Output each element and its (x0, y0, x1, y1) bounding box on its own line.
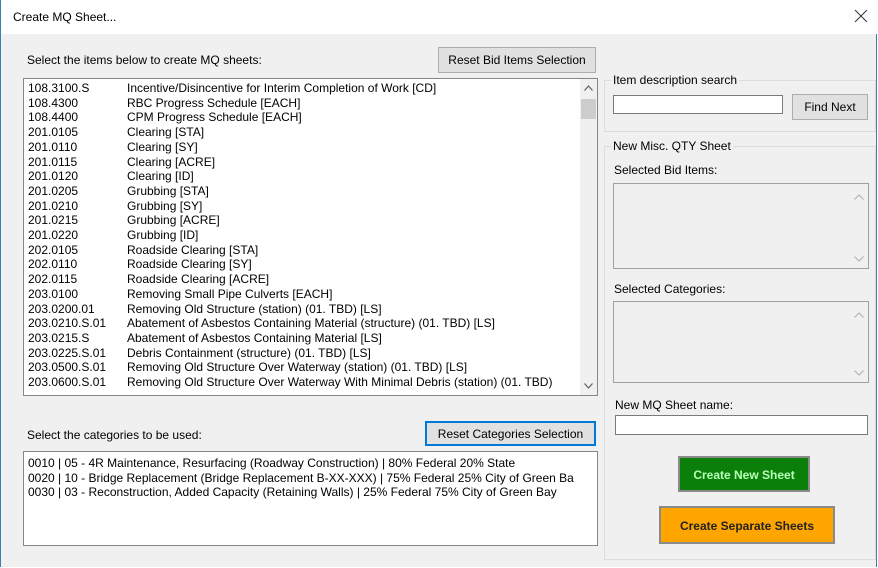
close-icon[interactable] (849, 4, 873, 28)
chevron-down-icon (854, 254, 864, 264)
list-item[interactable]: 203.0600.S.01 Removing Old Structure Over… (26, 376, 566, 389)
chevron-up-icon (854, 192, 864, 202)
title-bar: Create MQ Sheet... (1, 0, 878, 34)
categories-list[interactable]: 0010 | 05 - 4R Maintenance, Resurfacing … (23, 451, 598, 546)
item-description: Clearing [ACRE] (127, 154, 216, 169)
create-new-sheet-button[interactable]: Create New Sheet (678, 456, 810, 492)
window-title: Create MQ Sheet... (13, 10, 117, 24)
list-item[interactable]: 203.0210.S.01 Abatement of Asbestos Conta… (26, 317, 566, 330)
item-description: Removing Old Structure Over Waterway (st… (127, 360, 468, 375)
list-item[interactable]: 203.0225.S.01 Debris Containment (structu… (26, 345, 566, 360)
selected-categories-box (613, 301, 869, 383)
list-item[interactable]: 203.0100 Removing Small Pipe Culverts [EA… (26, 286, 566, 301)
list-item[interactable]: 201.0115 Clearing [ACRE] (26, 154, 566, 169)
item-description: Clearing [ID] (127, 169, 194, 184)
list-item[interactable]: 202.0105 Roadside Clearing [STA] (26, 242, 566, 257)
item-code: 203.0225.S.01 (28, 345, 107, 360)
item-description: Grubbing [ACRE] (127, 213, 220, 228)
category-item[interactable]: 0030 | 03 - Reconstruction, Added Capaci… (28, 486, 557, 499)
list-item[interactable]: 203.0215.S Abatement of Asbestos Containi… (26, 330, 566, 345)
item-code: 108.3100.S (28, 81, 90, 95)
scroll-up-icon[interactable] (580, 79, 597, 96)
selected-bid-items-box (613, 183, 869, 269)
list-item[interactable]: 203.0500.S.01 Removing Old Structure Over… (26, 361, 566, 374)
item-description: Removing Old Structure Over Waterway Wit… (127, 375, 553, 389)
items-label: Select the items below to create MQ shee… (27, 53, 262, 67)
category-item[interactable]: 0020 | 10 - Bridge Replacement (Bridge R… (28, 471, 574, 485)
item-code: 203.0600.S.01 (28, 375, 107, 389)
item-description: Grubbing [ID] (127, 228, 199, 242)
item-code: 203.0215.S (28, 330, 90, 345)
dialog-window: Create MQ Sheet... Select the items belo… (0, 0, 878, 567)
item-code: 202.0105 (28, 242, 79, 257)
item-description: Debris Containment (structure) (01. TBD)… (127, 345, 371, 360)
item-code: 203.0210.S.01 (28, 316, 107, 331)
list-item[interactable]: 108.3100.S Incentive/Disincentive for Int… (26, 82, 566, 95)
item-code: 201.0210 (28, 198, 79, 213)
chevron-down-icon (854, 368, 864, 378)
item-description: Roadside Clearing [SY] (127, 257, 252, 272)
bid-items-list[interactable]: 108.3100.S Incentive/Disincentive for Int… (23, 78, 598, 396)
list-item[interactable]: 202.0115 Roadside Clearing [ACRE] (26, 273, 566, 286)
list-item[interactable]: 108.4400 CPM Progress Schedule [EACH] (26, 111, 566, 124)
list-item[interactable]: 202.0110 Roadside Clearing [SY] (26, 258, 566, 271)
item-description: Roadside Clearing [STA] (127, 242, 259, 257)
list-item[interactable]: 203.0200.01 Removing Old Structure (stati… (26, 301, 566, 316)
item-description: Clearing [SY] (127, 139, 198, 154)
search-input[interactable] (613, 95, 783, 114)
list-item[interactable]: 201.0110 Clearing [SY] (26, 139, 566, 154)
item-code: 201.0115 (28, 154, 78, 169)
scroll-down-icon[interactable] (580, 378, 597, 395)
sheet-name-label: New MQ Sheet name: (615, 398, 734, 412)
scroll-thumb[interactable] (581, 99, 596, 119)
item-code: 203.0200.01 (28, 301, 95, 316)
item-description: Removing Old Structure (station) (01. TB… (127, 301, 382, 316)
item-code: 202.0115 (28, 272, 78, 287)
item-code: 201.0110 (28, 139, 78, 154)
item-description: Clearing [STA] (127, 125, 205, 140)
item-code: 201.0205 (28, 183, 79, 198)
item-description: Removing Small Pipe Culverts [EACH] (127, 286, 333, 301)
list-item[interactable]: 108.4300 RBC Progress Schedule [EACH] (26, 95, 566, 110)
search-group-label: Item description search (611, 73, 740, 87)
item-description: Abatement of Asbestos Containing Materia… (127, 330, 382, 345)
reset-categories-button[interactable]: Reset Categories Selection (425, 421, 596, 446)
list-item[interactable]: 201.0205 Grubbing [STA] (26, 183, 566, 198)
item-code: 108.4300 (28, 95, 79, 110)
items-scrollbar[interactable] (580, 79, 597, 395)
list-item[interactable]: 201.0210 Grubbing [SY] (26, 198, 566, 213)
item-code: 203.0100 (28, 286, 79, 301)
list-item[interactable]: 201.0120 Clearing [ID] (26, 170, 566, 183)
find-next-button[interactable]: Find Next (792, 94, 868, 120)
list-item[interactable]: 201.0215 Grubbing [ACRE] (26, 214, 566, 227)
list-item[interactable]: 201.0220 Grubbing [ID] (26, 229, 566, 242)
create-separate-sheets-button[interactable]: Create Separate Sheets (659, 506, 835, 544)
item-description: CPM Progress Schedule [EACH] (127, 110, 302, 125)
selected-categories-label: Selected Categories: (614, 282, 726, 296)
new-sheet-group-label: New Misc. QTY Sheet (611, 139, 733, 153)
sheet-name-input[interactable] (615, 415, 868, 435)
selected-bid-items-label: Selected Bid Items: (614, 163, 718, 177)
item-code: 201.0105 (28, 125, 79, 140)
item-code: 202.0110 (28, 257, 78, 272)
item-description: Incentive/Disincentive for Interim Compl… (127, 81, 437, 95)
item-description: Grubbing [STA] (127, 183, 209, 198)
item-code: 201.0215 (28, 213, 79, 228)
item-description: Roadside Clearing [ACRE] (127, 272, 270, 287)
chevron-up-icon (854, 310, 864, 320)
item-code: 201.0220 (28, 228, 79, 242)
item-description: Grubbing [SY] (127, 198, 203, 213)
list-item[interactable]: 201.0105 Clearing [STA] (26, 126, 566, 139)
item-code: 108.4400 (28, 110, 79, 125)
item-code: 201.0120 (28, 169, 79, 184)
reset-bid-items-button[interactable]: Reset Bid Items Selection (438, 47, 596, 73)
item-code: 203.0500.S.01 (28, 360, 107, 375)
categories-label: Select the categories to be used: (27, 428, 202, 442)
category-item[interactable]: 0010 | 05 - 4R Maintenance, Resurfacing … (28, 457, 515, 470)
item-description: Abatement of Asbestos Containing Materia… (127, 316, 495, 331)
item-description: RBC Progress Schedule [EACH] (127, 95, 301, 110)
